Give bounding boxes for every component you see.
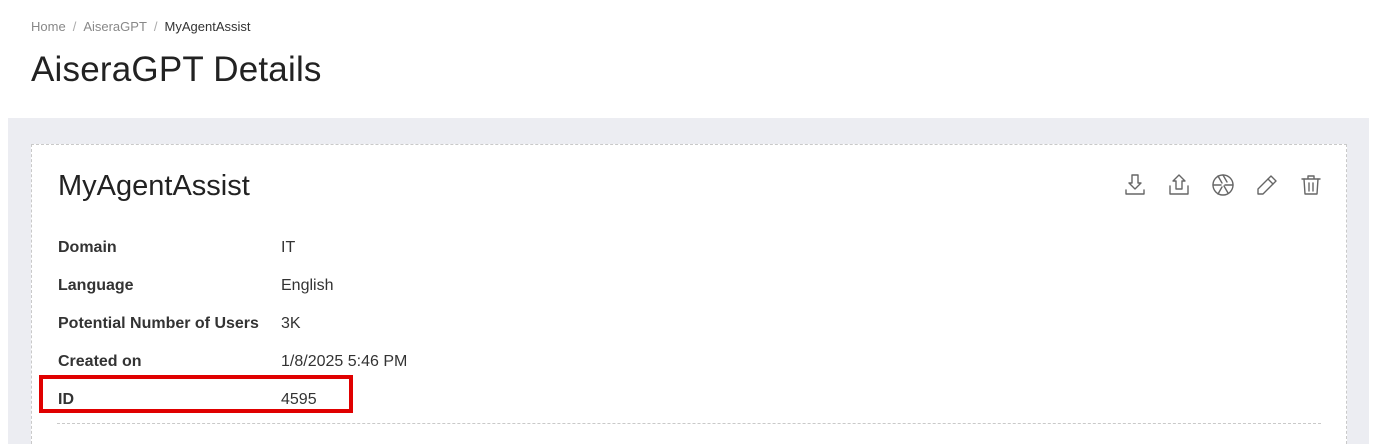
delete-icon bbox=[1301, 175, 1321, 195]
detail-label: Domain bbox=[58, 239, 117, 256]
divider bbox=[57, 423, 1321, 424]
edit-button[interactable] bbox=[1254, 171, 1280, 199]
page-title: AiseraGPT Details bbox=[31, 50, 322, 89]
aperture-button[interactable] bbox=[1210, 171, 1236, 199]
aperture-icon bbox=[1212, 174, 1234, 196]
breadcrumb-home[interactable]: Home bbox=[31, 19, 66, 34]
breadcrumb-current: MyAgentAssist bbox=[164, 19, 251, 34]
breadcrumb-aiseragpt[interactable]: AiseraGPT bbox=[83, 19, 147, 34]
detail-row-language: Language English bbox=[58, 267, 407, 305]
detail-row-users: Potential Number of Users 3K bbox=[58, 305, 407, 343]
detail-value: 1/8/2025 5:46 PM bbox=[281, 353, 408, 370]
download-icon bbox=[1125, 174, 1145, 195]
detail-row-domain: Domain IT bbox=[58, 229, 407, 267]
detail-label: Potential Number of Users bbox=[58, 315, 259, 332]
card-actions bbox=[1122, 171, 1324, 199]
download-button[interactable] bbox=[1122, 171, 1148, 199]
id-highlight-box bbox=[39, 375, 353, 413]
delete-button[interactable] bbox=[1298, 171, 1324, 199]
breadcrumb-separator: / bbox=[72, 19, 77, 34]
card-title: MyAgentAssist bbox=[58, 170, 250, 202]
upload-button[interactable] bbox=[1166, 171, 1192, 199]
breadcrumb: Home / AiseraGPT / MyAgentAssist bbox=[31, 19, 251, 34]
detail-value: English bbox=[281, 277, 334, 294]
detail-value: IT bbox=[281, 239, 296, 256]
edit-icon bbox=[1257, 175, 1277, 195]
detail-label: Created on bbox=[58, 353, 142, 370]
detail-value: 3K bbox=[281, 315, 301, 332]
detail-label: Language bbox=[58, 277, 134, 294]
upload-icon bbox=[1169, 174, 1189, 195]
breadcrumb-separator: / bbox=[153, 19, 158, 34]
